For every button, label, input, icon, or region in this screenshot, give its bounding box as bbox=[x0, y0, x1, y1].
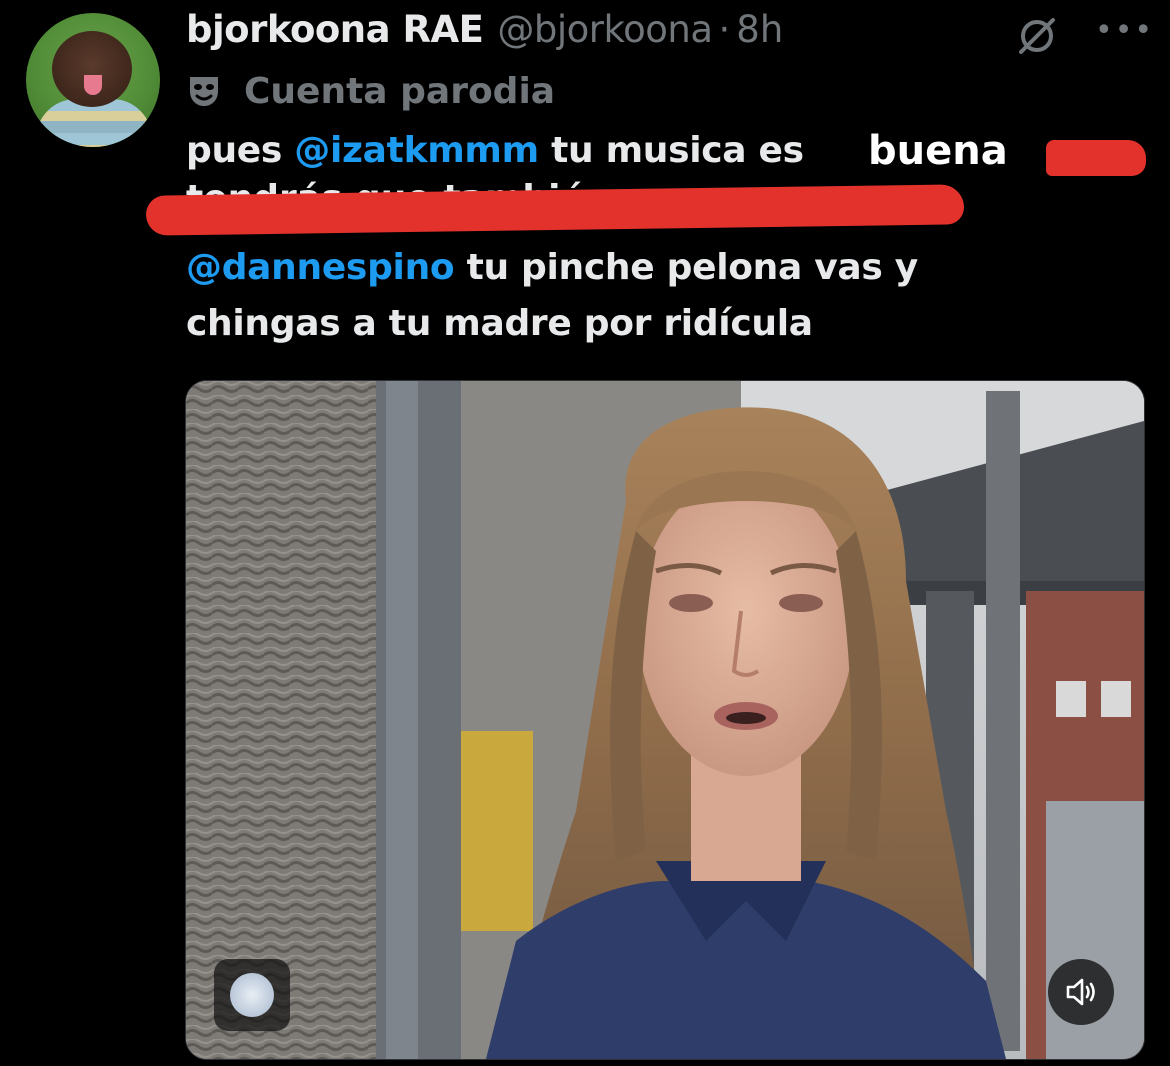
mention-izatkmmm[interactable]: @izatkmmm bbox=[294, 130, 539, 171]
avatar-tongue bbox=[84, 75, 102, 95]
video-frame bbox=[186, 381, 1144, 1059]
video-player[interactable] bbox=[185, 380, 1145, 1060]
redaction-mark bbox=[1046, 140, 1146, 176]
avatar-face bbox=[52, 31, 132, 107]
text-suffix: tu musica es bbox=[538, 130, 804, 171]
text-prefix: pues bbox=[186, 130, 295, 171]
text-suffix: tu pinche pelona vas y bbox=[454, 247, 919, 288]
tweet[interactable]: bjorkoona RAE @bjorkoona · 8h ••• Cuenta… bbox=[0, 0, 1170, 1066]
mention-dannespino[interactable]: @dannespino bbox=[186, 247, 455, 288]
parody-label-row: Cuenta parodia bbox=[186, 68, 555, 114]
mute-toggle-button[interactable] bbox=[1048, 959, 1114, 1025]
avatar[interactable] bbox=[26, 13, 160, 147]
display-name[interactable]: bjorkoona RAE bbox=[186, 8, 484, 51]
grok-icon[interactable] bbox=[1015, 14, 1059, 58]
separator: · bbox=[718, 8, 731, 51]
creator-avatar bbox=[230, 973, 274, 1017]
mask-icon bbox=[190, 77, 218, 106]
creator-avatar-badge[interactable] bbox=[214, 959, 290, 1031]
more-icon[interactable]: ••• bbox=[1095, 16, 1152, 46]
tweet-text-line-1: pues @izatkmmm tu musica es bbox=[186, 130, 804, 171]
parody-label: Cuenta parodia bbox=[244, 70, 556, 112]
tweet-header: bjorkoona RAE @bjorkoona · 8h bbox=[186, 8, 783, 58]
speaker-icon bbox=[1066, 978, 1095, 1006]
tweet-text-line-3: @dannespino tu pinche pelona vas y bbox=[186, 247, 918, 288]
handle[interactable]: @bjorkoona bbox=[497, 8, 713, 51]
overlay-word: buena bbox=[868, 128, 1008, 174]
timestamp[interactable]: 8h bbox=[736, 8, 783, 51]
tweet-text-line-4: chingas a tu madre por ridícula bbox=[186, 303, 813, 344]
